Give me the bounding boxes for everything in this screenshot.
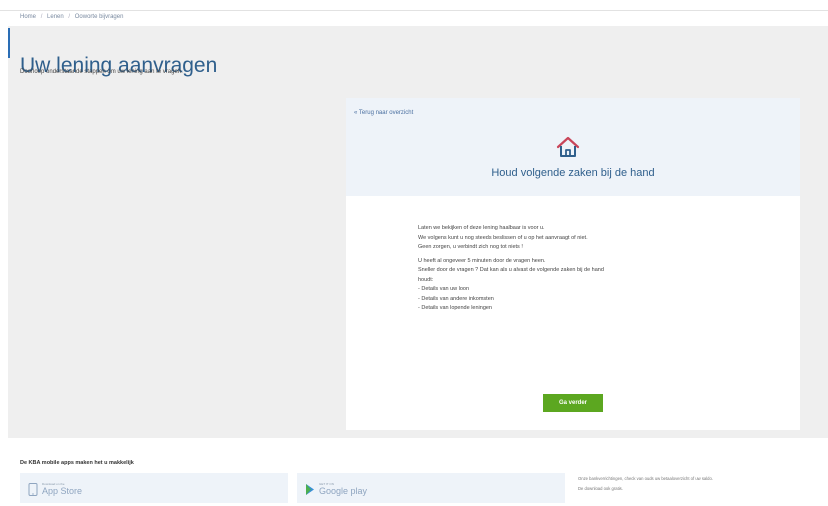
breadcrumb: Home / Lenen / Ooworte bijvragen (20, 14, 126, 20)
phone-icon (28, 483, 38, 496)
breadcrumb-lenen[interactable]: Lenen (47, 14, 64, 20)
google-play-button[interactable]: GET IT ON Google play (297, 473, 565, 503)
top-bar (0, 0, 828, 11)
apps-heading: De KBA mobile apps maken het u makkelijk (20, 460, 134, 466)
requirements-paragraph: U heeft al ongeveer 5 minuten door de vr… (418, 257, 758, 314)
app-store-button[interactable]: Download on the App Store (20, 473, 288, 503)
breadcrumb-separator: / (40, 14, 43, 20)
continue-button[interactable]: Ga verder (543, 394, 603, 412)
breadcrumb-home[interactable]: Home (20, 14, 36, 20)
list-item: - Details van andere inkomsten (418, 295, 494, 302)
list-item: - Details van uw loon (418, 286, 470, 292)
text-line: Onze bankverrichtingen, check van ouds u… (578, 476, 714, 481)
intro-paragraph: Laten we bekijken of deze lening haalbaa… (418, 224, 758, 253)
text-line: houdt: (418, 276, 434, 283)
info-card: « Terug naar overzicht Houd volgende zak… (346, 98, 800, 430)
text-line: Laten we bekijken of deze lening haalbaa… (418, 225, 545, 231)
card-title: Houd volgende zaken bij de hand (491, 167, 655, 179)
breadcrumb-separator: / (68, 14, 71, 20)
store-name: App Store (42, 486, 83, 496)
page-subtitle: Doorloop onderstaande stappen om uw leni… (20, 69, 183, 75)
store-name: Google play (319, 486, 368, 496)
text-line: U heeft al ongeveer 5 minuten door de vr… (418, 257, 546, 264)
card-body: Laten we bekijken of deze lening haalbaa… (418, 224, 758, 318)
text-line: We volgens kunt u nog steeds beslissen o… (418, 234, 588, 241)
title-accent-bar (8, 28, 10, 58)
list-item: - Details van lopende leningen (418, 305, 492, 311)
text-line: De download ook gratis. (578, 486, 623, 491)
card-header: « Terug naar overzicht Houd volgende zak… (346, 98, 800, 196)
play-icon (306, 484, 314, 495)
back-to-overview-link[interactable]: « Terug naar overzicht (354, 110, 413, 116)
breadcrumb-current: Ooworte bijvragen (74, 14, 124, 20)
text-line: Geen zorgen, u verbindt zich nog tot nie… (418, 244, 523, 250)
text-line: Sneller door de vragen ? Dat kan als u a… (418, 267, 604, 273)
house-icon (556, 136, 580, 157)
apps-description: Onze bankverrichtingen, check van ouds u… (578, 474, 828, 494)
